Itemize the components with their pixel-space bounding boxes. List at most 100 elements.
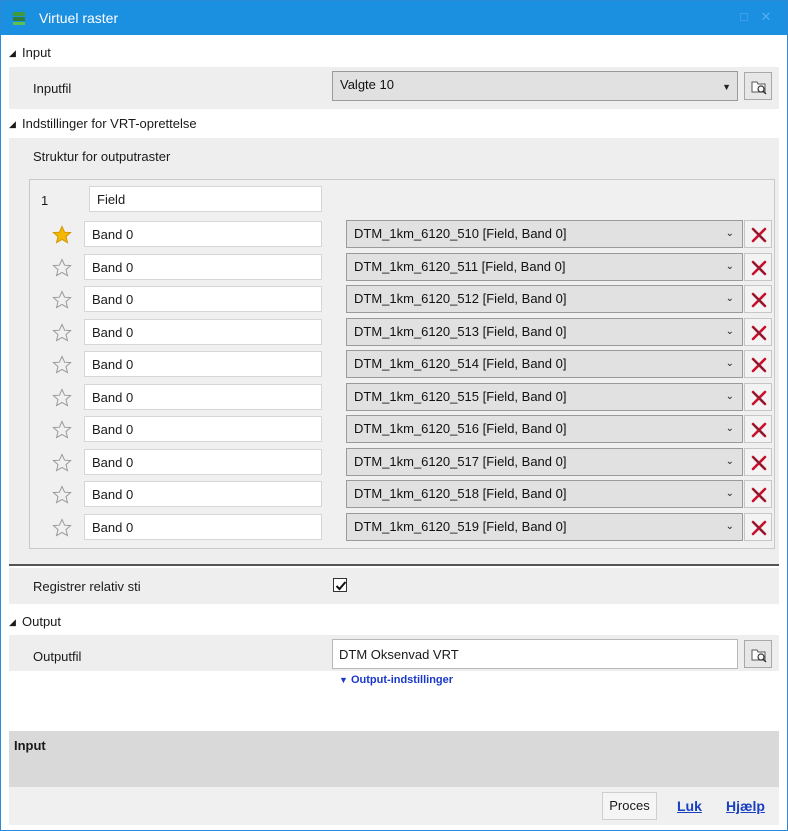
band-name-input[interactable]: Band 0 <box>84 221 322 247</box>
star-outline-icon[interactable] <box>52 485 72 505</box>
band-source-dropdown[interactable]: DTM_1km_6120_519 [Field, Band 0] ⌄ <box>346 513 743 541</box>
hjaelp-link[interactable]: Hjælp <box>726 798 765 814</box>
proces-button[interactable]: Proces <box>602 792 657 820</box>
band-source-dropdown[interactable]: DTM_1km_6120_515 [Field, Band 0] ⌄ <box>346 383 743 411</box>
delete-band-button[interactable] <box>744 350 772 378</box>
vrt-section-header[interactable]: ◢ Indstillinger for VRT-oprettelse <box>9 112 197 136</box>
outputfil-input[interactable]: DTM Oksenvad VRT <box>332 639 738 669</box>
delete-x-icon <box>751 422 767 438</box>
band-source-value: DTM_1km_6120_518 [Field, Band 0] <box>354 486 567 501</box>
band-name-value: Band 0 <box>92 455 134 470</box>
collapse-triangle-icon: ◢ <box>9 119 16 129</box>
star-outline-icon[interactable] <box>52 258 72 278</box>
output-settings-link[interactable]: ▼ Output-indstillinger <box>339 674 453 686</box>
luk-link[interactable]: Luk <box>677 798 702 814</box>
delete-x-icon <box>751 325 767 341</box>
chevron-down-icon: ⌄ <box>725 228 734 239</box>
delete-band-button[interactable] <box>744 318 772 346</box>
delete-x-icon <box>751 292 767 308</box>
band-name-input[interactable]: Band 0 <box>84 449 322 475</box>
band-source-dropdown[interactable]: DTM_1km_6120_514 [Field, Band 0] ⌄ <box>346 350 743 378</box>
band-name-input[interactable]: Band 0 <box>84 416 322 442</box>
band-name-value: Band 0 <box>92 292 134 307</box>
section-divider <box>9 564 779 566</box>
chevron-down-icon: ⌄ <box>725 293 734 304</box>
band-source-dropdown[interactable]: DTM_1km_6120_512 [Field, Band 0] ⌄ <box>346 285 743 313</box>
raster-stack-icon <box>13 12 25 25</box>
band-name-input[interactable]: Band 0 <box>84 319 322 345</box>
band-name-value: Band 0 <box>92 487 134 502</box>
delete-band-button[interactable] <box>744 415 772 443</box>
band-name-value: Band 0 <box>92 325 134 340</box>
struktur-label: Struktur for outputraster <box>33 149 171 164</box>
band-name-input[interactable]: Band 0 <box>84 481 322 507</box>
delete-x-icon <box>751 357 767 373</box>
band-source-dropdown[interactable]: DTM_1km_6120_516 [Field, Band 0] ⌄ <box>346 415 743 443</box>
chevron-down-icon: ⌄ <box>725 521 734 532</box>
band-source-value: DTM_1km_6120_511 [Field, Band 0] <box>354 259 566 274</box>
delete-band-button[interactable] <box>744 513 772 541</box>
collapse-triangle-icon: ◢ <box>9 617 16 627</box>
field-index: 1 <box>41 193 49 208</box>
registrer-label: Registrer relativ sti <box>33 579 141 594</box>
delete-band-button[interactable] <box>744 480 772 508</box>
star-filled-icon[interactable] <box>52 225 72 245</box>
window-title: Virtuel raster <box>39 10 119 26</box>
delete-band-button[interactable] <box>744 383 772 411</box>
chevron-down-icon: ⌄ <box>725 391 734 402</box>
band-source-dropdown[interactable]: DTM_1km_6120_517 [Field, Band 0] ⌄ <box>346 448 743 476</box>
outputfil-browse-button[interactable] <box>744 640 772 668</box>
star-outline-icon[interactable] <box>52 290 72 310</box>
band-source-value: DTM_1km_6120_513 [Field, Band 0] <box>354 324 567 339</box>
star-outline-icon[interactable] <box>52 355 72 375</box>
star-outline-icon[interactable] <box>52 453 72 473</box>
title-bar: Virtuel raster □ ✕ <box>1 1 787 35</box>
band-name-input[interactable]: Band 0 <box>84 254 322 280</box>
star-outline-icon[interactable] <box>52 323 72 343</box>
browse-folder-icon <box>751 81 767 95</box>
inputfil-dropdown[interactable]: Valgte 10 ▼ <box>332 71 738 101</box>
expand-arrow-icon: ▼ <box>339 675 348 685</box>
delete-band-button[interactable] <box>744 220 772 248</box>
inputfil-browse-button[interactable] <box>744 72 772 100</box>
delete-x-icon <box>751 227 767 243</box>
chevron-down-icon: ⌄ <box>725 423 734 434</box>
delete-x-icon <box>751 520 767 536</box>
band-name-input[interactable]: Band 0 <box>84 351 322 377</box>
output-section-header[interactable]: ◢ Output <box>9 610 61 634</box>
band-name-input[interactable]: Band 0 <box>84 514 322 540</box>
band-source-dropdown[interactable]: DTM_1km_6120_510 [Field, Band 0] ⌄ <box>346 220 743 248</box>
button-bar <box>9 787 779 825</box>
chevron-down-icon: ⌄ <box>725 488 734 499</box>
band-source-dropdown[interactable]: DTM_1km_6120_513 [Field, Band 0] ⌄ <box>346 318 743 346</box>
input-section-title: Input <box>22 45 51 60</box>
star-outline-icon[interactable] <box>52 518 72 538</box>
info-panel-header: Input <box>14 738 46 753</box>
chevron-down-icon: ⌄ <box>725 326 734 337</box>
star-outline-icon[interactable] <box>52 388 72 408</box>
field-name-value: Field <box>97 192 126 207</box>
band-name-input[interactable]: Band 0 <box>84 384 322 410</box>
field-name-input[interactable]: Field <box>89 186 322 212</box>
band-source-dropdown[interactable]: DTM_1km_6120_511 [Field, Band 0] ⌄ <box>346 253 743 281</box>
chevron-down-icon: ⌄ <box>725 261 734 272</box>
maximize-icon[interactable]: □ <box>737 10 751 24</box>
registrer-checkbox[interactable] <box>333 578 347 592</box>
output-settings-label: Output-indstillinger <box>350 674 454 686</box>
outputfil-label: Outputfil <box>33 649 82 664</box>
browse-folder-icon <box>751 649 767 663</box>
band-name-value: Band 0 <box>92 390 134 405</box>
band-name-input[interactable]: Band 0 <box>84 286 322 312</box>
vrt-section-title: Indstillinger for VRT-oprettelse <box>22 116 197 131</box>
inputfil-value: Valgte 10 <box>340 77 394 92</box>
star-outline-icon[interactable] <box>52 420 72 440</box>
band-source-value: DTM_1km_6120_514 [Field, Band 0] <box>354 356 567 371</box>
band-source-dropdown[interactable]: DTM_1km_6120_518 [Field, Band 0] ⌄ <box>346 480 743 508</box>
delete-x-icon <box>751 260 767 276</box>
input-section-header[interactable]: ◢ Input <box>9 41 51 65</box>
info-panel: Input <box>9 731 779 787</box>
delete-band-button[interactable] <box>744 448 772 476</box>
close-icon[interactable]: ✕ <box>759 10 773 24</box>
delete-band-button[interactable] <box>744 285 772 313</box>
delete-band-button[interactable] <box>744 253 772 281</box>
